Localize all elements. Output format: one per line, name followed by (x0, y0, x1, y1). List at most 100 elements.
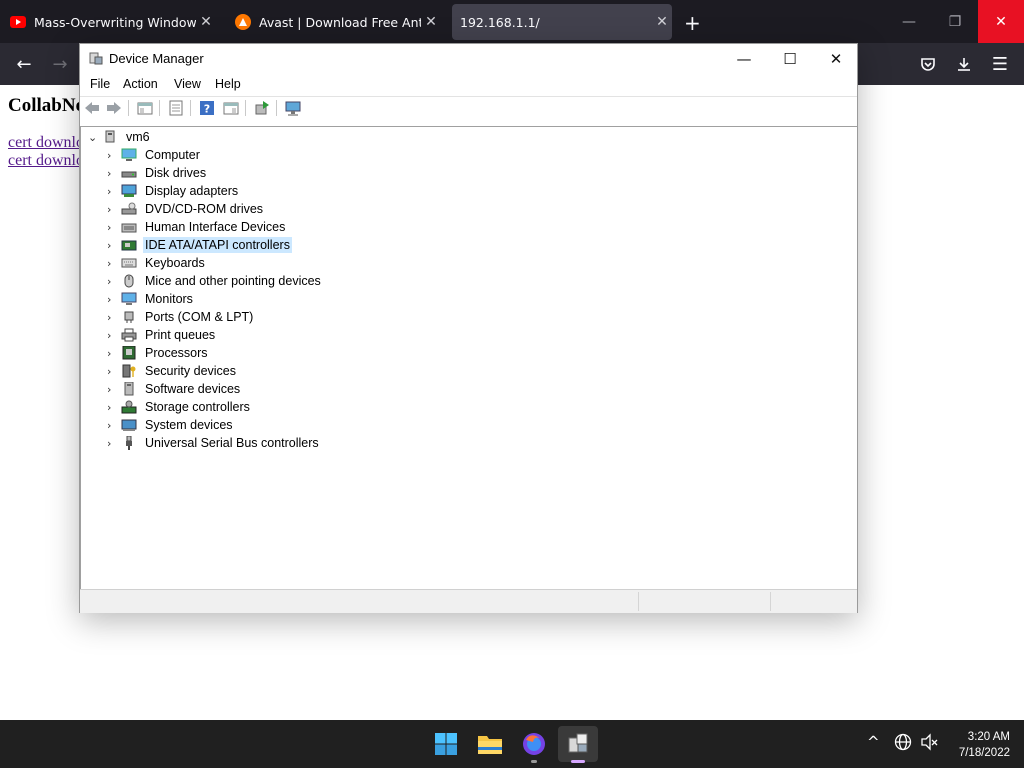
tree-root-vm6[interactable]: ⌄ vm6 (88, 128, 152, 146)
chevron-down-icon[interactable]: ⌄ (88, 131, 98, 144)
chevron-right-icon[interactable]: › (107, 185, 117, 198)
scan-hardware-icon[interactable] (285, 100, 301, 116)
chevron-right-icon[interactable]: › (107, 347, 117, 360)
toolbar-separator (159, 100, 160, 116)
help-icon[interactable]: ? (199, 100, 215, 116)
toolbar (80, 96, 857, 121)
system-device-icon (121, 418, 137, 432)
tab-title: Avast | Download Free Antivirus (259, 14, 421, 30)
menu-button[interactable]: ☰ (982, 43, 1018, 85)
tree-item-computer[interactable]: › Computer (107, 146, 202, 164)
device-manager-icon (89, 51, 103, 65)
keyboard-icon (121, 256, 137, 270)
chevron-right-icon[interactable]: › (107, 203, 117, 216)
close-tab-icon[interactable]: ✕ (421, 14, 441, 30)
tree-item-dvd-cd-rom-drives[interactable]: › DVD/CD-ROM drives (107, 200, 265, 218)
tree-item-security-devices[interactable]: › Security devices (107, 362, 238, 380)
menu-action[interactable]: Action (123, 77, 158, 91)
firefox-icon[interactable] (514, 726, 554, 762)
forward-icon[interactable] (106, 100, 122, 116)
tree-item-system-devices[interactable]: › System devices (107, 416, 235, 434)
close-tab-icon[interactable]: ✕ (196, 14, 216, 30)
chevron-right-icon[interactable]: › (107, 383, 117, 396)
chevron-right-icon[interactable]: › (107, 239, 117, 252)
ide-controller-icon (121, 238, 137, 252)
clock[interactable]: 3:20 AM 7/18/2022 (940, 729, 1010, 761)
tree-item-disk-drives[interactable]: › Disk drives (107, 164, 208, 182)
menu-view[interactable]: View (174, 77, 201, 91)
tree-item-ports[interactable]: › Ports (COM & LPT) (107, 308, 255, 326)
show-hide-console-tree-icon[interactable] (137, 100, 153, 116)
security-device-icon (121, 364, 137, 378)
tree-item-print-queues[interactable]: › Print queues (107, 326, 217, 344)
tree-item-ide-ata-atapi-controllers[interactable]: › IDE ATA/ATAPI controllers (107, 236, 292, 254)
tree-item-processors[interactable]: › Processors (107, 344, 210, 362)
tree-item-storage-controllers[interactable]: › Storage controllers (107, 398, 252, 416)
toolbar-separator (128, 100, 129, 116)
tree-item-display-adapters[interactable]: › Display adapters (107, 182, 240, 200)
storage-controller-icon (121, 400, 137, 414)
forward-button[interactable]: → (42, 43, 78, 85)
chevron-right-icon[interactable]: › (107, 329, 117, 342)
chevron-right-icon[interactable]: › (107, 257, 117, 270)
tree-item-mice[interactable]: › Mice and other pointing devices (107, 272, 323, 290)
chevron-right-icon[interactable]: › (107, 311, 117, 324)
browser-minimize-button[interactable]: — (886, 0, 932, 43)
pocket-icon[interactable] (910, 43, 946, 85)
chevron-right-icon[interactable]: › (107, 365, 117, 378)
display-adapter-icon (121, 184, 137, 198)
browser-close-button[interactable]: ✕ (978, 0, 1024, 43)
volume-muted-icon[interactable] (920, 733, 938, 755)
network-icon[interactable] (894, 733, 912, 755)
download-icon[interactable] (946, 43, 982, 85)
chevron-right-icon[interactable]: › (107, 167, 117, 180)
port-icon (121, 310, 137, 324)
tree-item-label: IDE ATA/ATAPI controllers (143, 237, 292, 253)
close-tab-icon[interactable]: ✕ (652, 14, 672, 30)
update-driver-icon[interactable] (254, 100, 270, 116)
menu-file[interactable]: File (90, 77, 110, 91)
chevron-up-icon[interactable]: ^ (867, 733, 880, 751)
new-tab-button[interactable]: + (684, 11, 701, 35)
tree-item-label: Ports (COM & LPT) (145, 310, 254, 324)
minimize-button[interactable]: — (721, 44, 767, 74)
chevron-right-icon[interactable]: › (107, 437, 117, 450)
windows-start-icon[interactable] (426, 726, 466, 762)
chevron-right-icon[interactable]: › (107, 401, 117, 414)
action-pane-icon[interactable] (223, 100, 239, 116)
cert-download-link[interactable]: cert downlo (8, 152, 84, 170)
tree-item-usb-controllers[interactable]: › Universal Serial Bus controllers (107, 434, 321, 452)
hid-icon (121, 220, 137, 234)
tab-avast[interactable]: Avast | Download Free Antivirus ✕ (225, 4, 441, 40)
tab-mass-overwriting[interactable]: Mass-Overwriting Windows Re ✕ (0, 4, 216, 40)
dvd-drive-icon (121, 202, 137, 216)
tree-item-human-interface-devices[interactable]: › Human Interface Devices (107, 218, 287, 236)
chevron-right-icon[interactable]: › (107, 149, 117, 162)
chevron-right-icon[interactable]: › (107, 293, 117, 306)
tree-item-label: Processors (145, 346, 208, 360)
tree-item-monitors[interactable]: › Monitors (107, 290, 195, 308)
chevron-right-icon[interactable]: › (107, 419, 117, 432)
tree-item-label: System devices (145, 418, 233, 432)
menu-help[interactable]: Help (215, 77, 241, 91)
back-button[interactable]: ← (6, 43, 42, 85)
browser-restore-button[interactable]: ❐ (932, 0, 978, 43)
svg-text:?: ? (204, 103, 210, 116)
chevron-right-icon[interactable]: › (107, 221, 117, 234)
tree-item-keyboards[interactable]: › Keyboards (107, 254, 207, 272)
tree-item-label: Storage controllers (145, 400, 250, 414)
tab-192-168-1-1[interactable]: 192.168.1.1/ ✕ (452, 4, 672, 40)
toolbar-separator (190, 100, 191, 116)
device-manager-icon[interactable] (558, 726, 598, 762)
tree-item-label: Disk drives (145, 166, 207, 180)
tree-item-software-devices[interactable]: › Software devices (107, 380, 242, 398)
properties-icon[interactable] (168, 100, 184, 116)
window-title: Device Manager (109, 51, 204, 66)
close-button[interactable]: ✕ (813, 44, 859, 74)
back-icon[interactable] (84, 100, 100, 116)
cert-download-link[interactable]: cert downlo (8, 134, 84, 152)
chevron-right-icon[interactable]: › (107, 275, 117, 288)
maximize-button[interactable]: ☐ (767, 44, 813, 74)
file-explorer-icon[interactable] (470, 726, 510, 762)
computer-icon (102, 130, 118, 144)
